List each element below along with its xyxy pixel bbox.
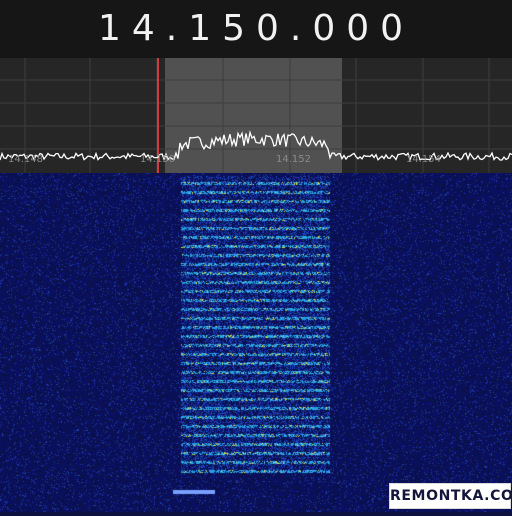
passband-highlight[interactable] xyxy=(165,58,342,173)
tick-label-14154: 14.154 xyxy=(406,154,441,165)
tick-label-14148: 14.148 xyxy=(8,154,43,165)
frequency-bar: 14.150.000 xyxy=(0,0,512,58)
spectrum-panel[interactable]: 14.148 14.150 14.152 14.154 xyxy=(0,58,512,173)
tick-label-14150: 14.150 xyxy=(140,154,175,165)
waterfall-display[interactable] xyxy=(0,173,512,512)
watermark-logo: REMONTKA.COM xyxy=(389,483,512,509)
frequency-display[interactable]: 14.150.000 xyxy=(0,0,512,58)
tick-label-14152: 14.152 xyxy=(276,154,311,165)
waterfall-canvas xyxy=(0,173,512,512)
